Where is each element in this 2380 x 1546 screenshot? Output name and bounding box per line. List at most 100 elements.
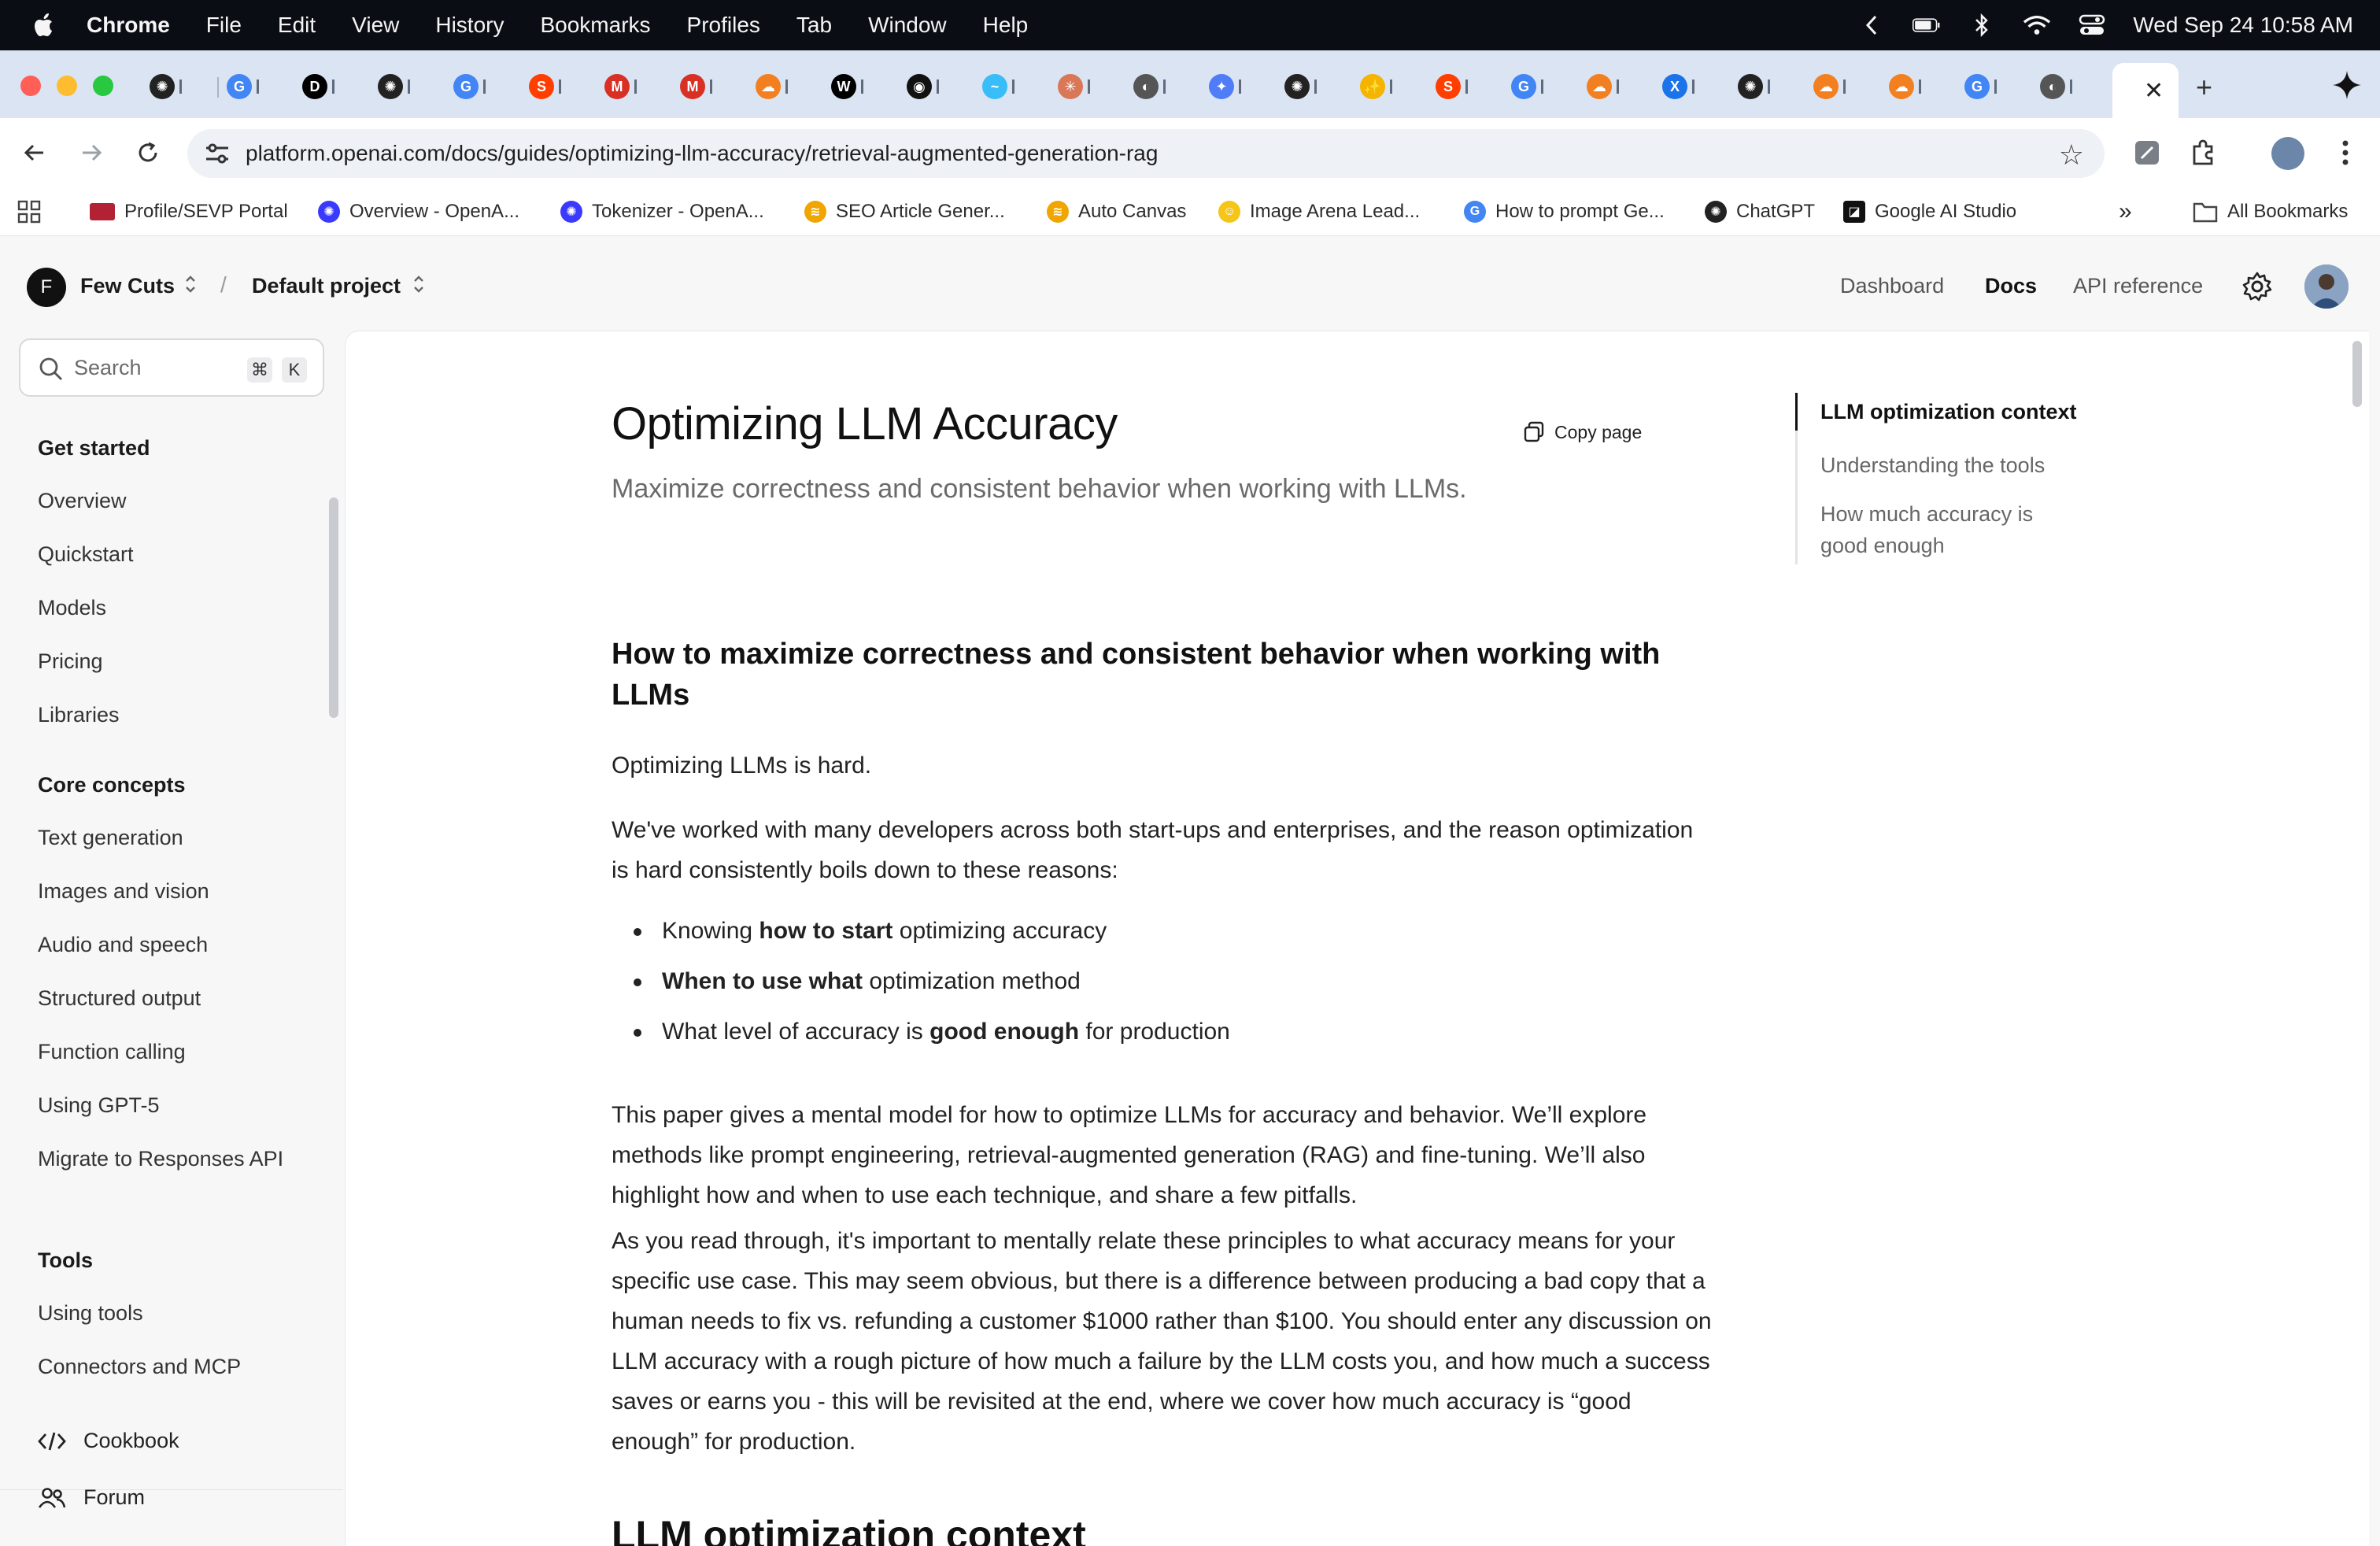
sidebar-item-function-calling[interactable]: Function calling — [38, 1036, 186, 1067]
browser-tab[interactable]: ◐ — [2032, 68, 2106, 105]
control-center-icon[interactable] — [2078, 13, 2106, 37]
menu-bookmarks[interactable]: Bookmarks — [540, 13, 650, 38]
browser-tab[interactable]: ✺ — [1730, 68, 1804, 105]
browser-tab[interactable]: ✦ — [1201, 68, 1275, 105]
browser-tab[interactable]: ◐ — [1125, 68, 1199, 105]
nav-docs[interactable]: Docs — [1985, 274, 2037, 298]
project-switcher[interactable]: Default project — [252, 274, 401, 298]
sidebar-link-cookbook[interactable]: Cookbook — [38, 1429, 179, 1453]
sidebar-item-models[interactable]: Models — [38, 592, 106, 623]
browser-tab[interactable]: G — [445, 68, 519, 105]
sidebar-item-audio-speech[interactable]: Audio and speech — [38, 929, 208, 960]
chevron-left-icon[interactable] — [1857, 13, 1886, 37]
menu-history[interactable]: History — [435, 13, 504, 38]
menubar-clock[interactable]: Wed Sep 24 10:58 AM — [2133, 13, 2353, 38]
menu-file[interactable]: File — [206, 13, 242, 38]
org-switcher[interactable]: Few Cuts — [80, 274, 175, 298]
toc-item-accuracy-good-enough[interactable]: How much accuracy is good enough — [1820, 498, 2080, 561]
menu-window[interactable]: Window — [868, 13, 947, 38]
extension-pen-icon[interactable] — [2131, 137, 2163, 168]
browser-tab[interactable]: G — [219, 68, 293, 105]
address-bar[interactable]: platform.openai.com/docs/guides/optimizi… — [187, 129, 2105, 178]
content-scrollbar[interactable] — [2352, 341, 2362, 407]
menu-profiles[interactable]: Profiles — [687, 13, 760, 38]
browser-tab[interactable]: ☁ — [1805, 68, 1879, 105]
url-text[interactable]: platform.openai.com/docs/guides/optimizi… — [246, 141, 1158, 166]
copy-page-button[interactable]: Copy page — [1523, 421, 1642, 443]
forward-button[interactable] — [74, 135, 109, 170]
close-window-button[interactable] — [20, 76, 41, 96]
apple-logo-icon[interactable] — [31, 12, 58, 39]
zoom-window-button[interactable] — [93, 76, 113, 96]
chevron-updown-icon[interactable] — [184, 274, 197, 294]
browser-tab[interactable]: ✺ — [142, 68, 216, 105]
bookmark-item[interactable]: ✺ Tokenizer - OpenA... — [560, 197, 764, 227]
menu-edit[interactable]: Edit — [278, 13, 316, 38]
browser-tab[interactable]: ~ — [974, 68, 1048, 105]
sidebar-link-forum[interactable]: Forum — [38, 1485, 145, 1510]
reload-button[interactable] — [131, 135, 165, 170]
sidebar-item-overview[interactable]: Overview — [38, 485, 127, 516]
sidebar-item-structured-output[interactable]: Structured output — [38, 982, 201, 1014]
org-avatar[interactable]: F — [27, 268, 66, 307]
browser-tab[interactable]: ✺ — [370, 68, 444, 105]
bookmark-item[interactable]: ✺ ChatGPT — [1705, 197, 1815, 227]
browser-tab[interactable]: G — [1503, 68, 1577, 105]
chevron-updown-icon[interactable] — [412, 274, 425, 294]
browser-tab[interactable]: X — [1654, 68, 1728, 105]
bookmark-item[interactable]: ◪ Google AI Studio — [1843, 197, 2016, 227]
browser-tab[interactable]: S — [521, 68, 595, 105]
sidebar-item-migrate-responses[interactable]: Migrate to Responses API — [38, 1143, 290, 1174]
user-avatar[interactable] — [2304, 264, 2349, 309]
browser-tab[interactable]: S — [1428, 68, 1502, 105]
apps-grid-icon[interactable] — [17, 197, 41, 227]
wifi-icon[interactable] — [2023, 13, 2051, 37]
bluetooth-icon[interactable] — [1968, 13, 1996, 37]
sidebar-scrollbar[interactable] — [329, 497, 338, 718]
sidebar-item-connectors-mcp[interactable]: Connectors and MCP — [38, 1351, 241, 1382]
toc-item-llm-optimization-context[interactable]: LLM optimization context — [1820, 396, 2088, 427]
gear-icon[interactable] — [2241, 271, 2273, 302]
sidebar-item-libraries[interactable]: Libraries — [38, 699, 120, 730]
sidebar-item-text-generation[interactable]: Text generation — [38, 822, 183, 853]
menu-help[interactable]: Help — [983, 13, 1029, 38]
battery-icon[interactable] — [1913, 13, 1941, 37]
browser-tab[interactable]: G — [1957, 68, 2031, 105]
more-menu-icon[interactable] — [2330, 137, 2361, 168]
browser-tab[interactable]: ☁ — [748, 68, 822, 105]
site-info-icon[interactable] — [205, 142, 230, 165]
bookmark-item[interactable]: ☺ Image Arena Lead... — [1218, 197, 1420, 227]
browser-tab[interactable]: D — [294, 68, 368, 105]
menu-app-name[interactable]: Chrome — [87, 13, 170, 38]
sidebar-item-quickstart[interactable]: Quickstart — [38, 538, 134, 570]
browser-tab[interactable]: ✺ — [1277, 68, 1351, 105]
browser-tab[interactable]: M — [672, 68, 746, 105]
extensions-puzzle-icon[interactable] — [2188, 137, 2219, 168]
bookmark-item[interactable]: ≋ Auto Canvas — [1047, 197, 1186, 227]
browser-tab[interactable]: ✨ — [1352, 68, 1426, 105]
profile-avatar[interactable] — [2271, 137, 2304, 170]
browser-tab[interactable]: ☁ — [1881, 68, 1955, 105]
menu-view[interactable]: View — [352, 13, 399, 38]
gemini-sparkle-icon[interactable] — [2331, 69, 2363, 101]
bookmark-star-icon[interactable]: ☆ — [2059, 139, 2084, 172]
sidebar-item-using-gpt5[interactable]: Using GPT-5 — [38, 1089, 160, 1121]
sidebar-item-using-tools[interactable]: Using tools — [38, 1297, 143, 1329]
browser-tab[interactable]: ☁ — [1579, 68, 1653, 105]
bookmark-item[interactable]: ✺ Overview - OpenA... — [318, 197, 519, 227]
active-tab[interactable]: ✕ — [2112, 63, 2179, 118]
docs-search-input[interactable]: Search ⌘ K — [19, 338, 324, 397]
close-tab-icon[interactable]: ✕ — [2144, 77, 2164, 105]
menu-tab[interactable]: Tab — [796, 13, 832, 38]
bookmark-item[interactable]: Profile/SEVP Portal — [90, 197, 288, 227]
browser-tab[interactable]: M — [597, 68, 671, 105]
bookmark-item[interactable]: ≋ SEO Article Gener... — [804, 197, 1005, 227]
sidebar-item-images-vision[interactable]: Images and vision — [38, 875, 209, 907]
toc-item-understanding-tools[interactable]: Understanding the tools — [1820, 449, 2088, 481]
sidebar-item-pricing[interactable]: Pricing — [38, 645, 103, 677]
browser-tab[interactable]: W — [823, 68, 897, 105]
bookmarks-overflow-button[interactable]: » — [2119, 197, 2132, 227]
browser-tab[interactable]: ✳ — [1050, 68, 1124, 105]
all-bookmarks-button[interactable]: All Bookmarks — [2193, 197, 2348, 227]
back-button[interactable] — [17, 135, 52, 170]
